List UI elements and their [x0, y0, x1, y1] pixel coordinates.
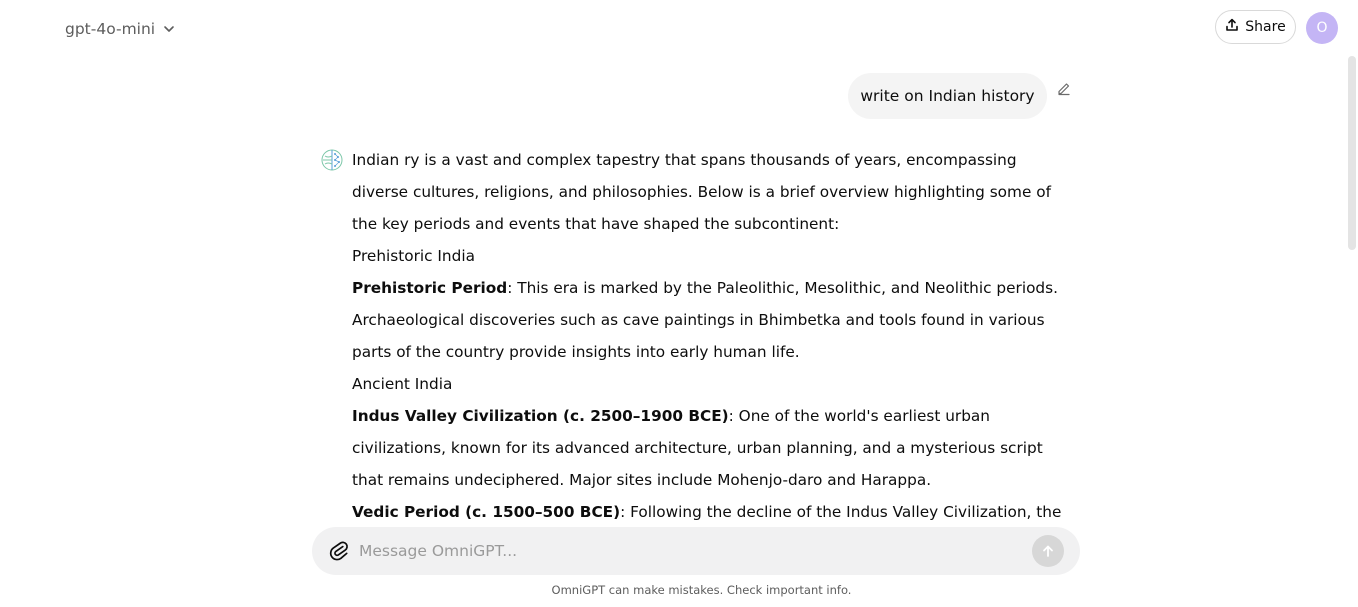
brain-icon	[320, 148, 344, 172]
share-button[interactable]: Share	[1215, 10, 1296, 44]
chat-scrollbar[interactable]	[1345, 56, 1358, 526]
item-title: Vedic Period (c. 1500–500 BCE)	[352, 503, 621, 521]
message-input[interactable]	[359, 527, 1019, 575]
message-composer	[312, 527, 1080, 575]
paperclip-icon[interactable]	[328, 540, 350, 562]
share-icon	[1225, 18, 1239, 36]
send-button[interactable]	[1032, 535, 1064, 567]
chat-scroll-area[interactable]: write on Indian history Indian ry is a v…	[0, 56, 1345, 530]
edit-icon[interactable]	[1056, 80, 1072, 96]
section-heading: Ancient India	[352, 375, 453, 393]
arrow-up-icon	[1043, 545, 1053, 557]
item-title: Prehistoric Period	[352, 279, 508, 297]
user-message-text: write on Indian history	[860, 87, 1035, 105]
item-title: Indus Valley Civilization (c. 2500–1900 …	[352, 407, 729, 425]
assistant-intro: Indian ry is a vast and complex tapestry…	[352, 151, 1051, 233]
avatar-initial: O	[1316, 20, 1328, 36]
share-label: Share	[1245, 19, 1286, 35]
chat-page: gpt-4o-mini Share O write on Indian hist…	[0, 0, 1358, 607]
model-selector[interactable]: gpt-4o-mini	[65, 16, 175, 42]
chevron-down-icon	[163, 23, 175, 35]
model-label: gpt-4o-mini	[65, 20, 156, 38]
section-heading: Prehistoric India	[352, 247, 475, 265]
list-item: Vedic Period (c. 1500–500 BCE): Followin…	[352, 496, 1077, 530]
user-message-bubble: write on Indian history	[848, 73, 1047, 119]
user-avatar[interactable]: O	[1306, 12, 1338, 44]
assistant-message: Indian ry is a vast and complex tapestry…	[352, 144, 1077, 530]
list-item: Indus Valley Civilization (c. 2500–1900 …	[352, 400, 1077, 496]
list-item: Prehistoric Period: This era is marked b…	[352, 272, 1077, 368]
disclaimer-text: OmniGPT can make mistakes. Check importa…	[551, 583, 852, 597]
scrollbar-thumb[interactable]	[1348, 56, 1356, 250]
